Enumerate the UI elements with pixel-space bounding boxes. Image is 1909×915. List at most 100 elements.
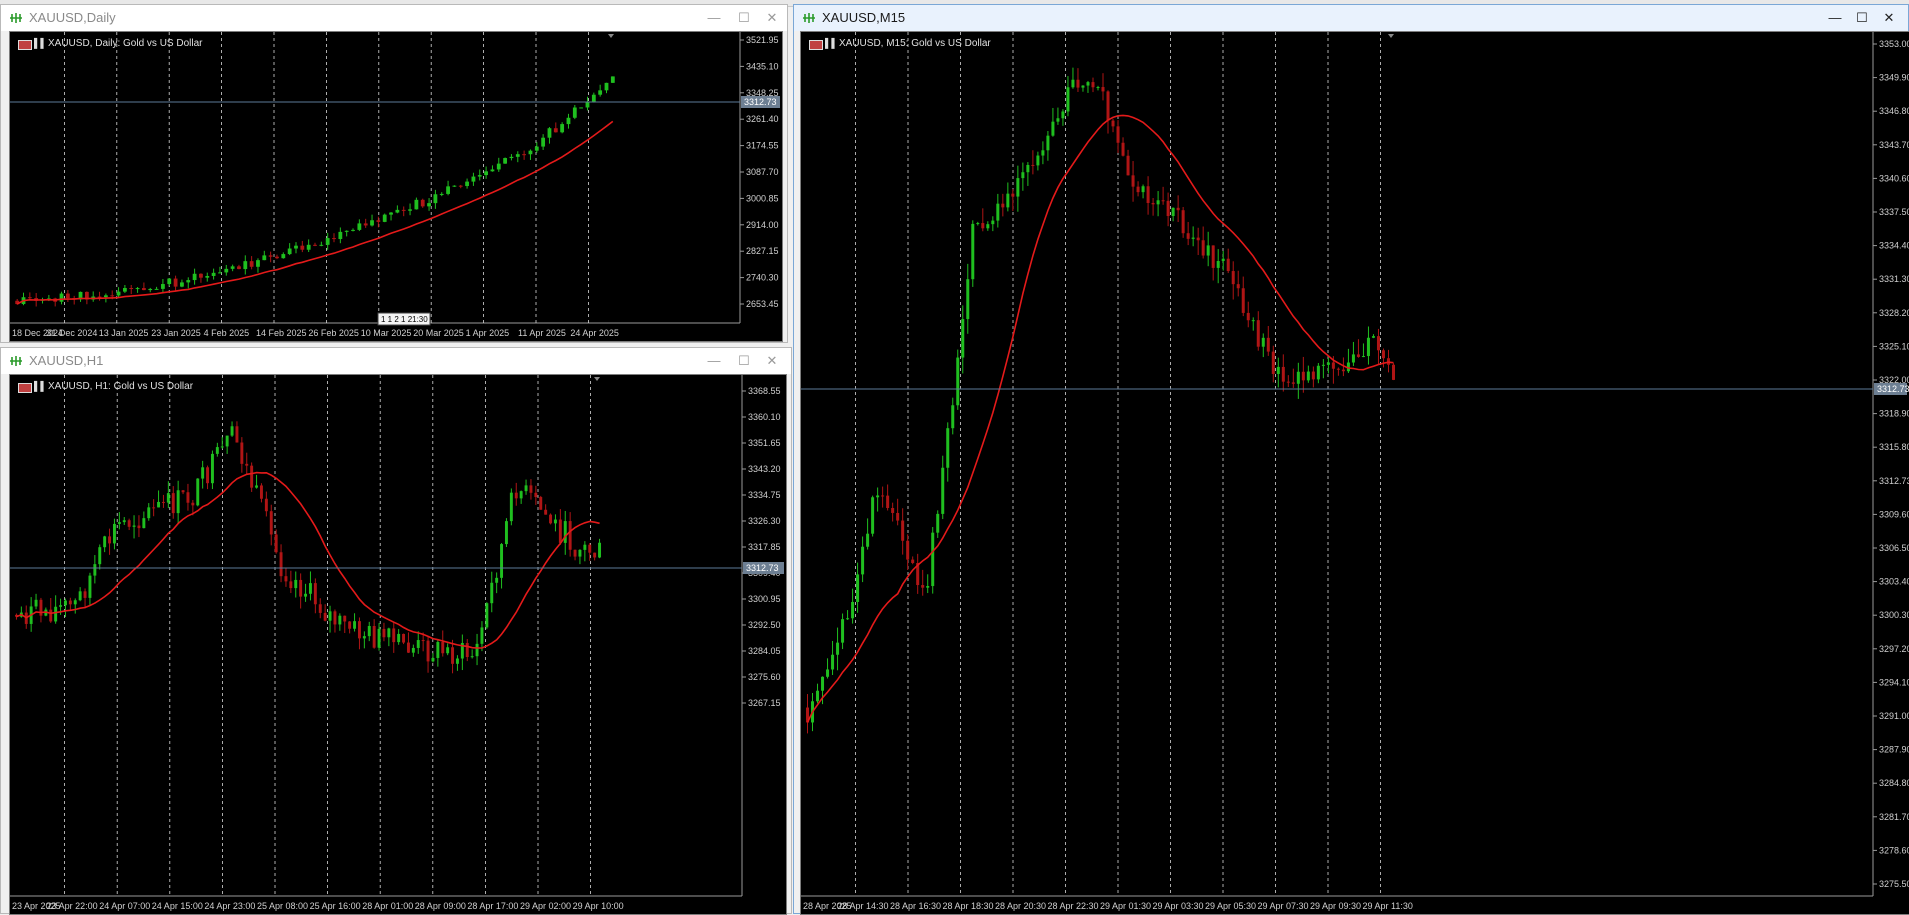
chart-window-icon (10, 13, 22, 23)
candle-body (496, 163, 501, 170)
titlebar-m15[interactable]: XAUUSD,M15 — ☐ ✕ (794, 5, 1908, 31)
minimize-icon[interactable]: — (701, 8, 727, 28)
close-icon[interactable]: ✕ (1876, 8, 1902, 28)
candle-body (1086, 82, 1090, 86)
candle-body (578, 549, 582, 557)
candle-body (436, 642, 440, 658)
candle-body (1216, 261, 1220, 268)
time-tick-label: 26 Feb 2025 (308, 328, 359, 338)
titlebar-daily[interactable]: XAUUSD,Daily — ☐ ✕ (1, 5, 787, 31)
candle-body (1041, 150, 1045, 156)
candle-body (73, 600, 77, 605)
maximize-icon[interactable]: ☐ (1849, 8, 1875, 28)
minimize-icon[interactable]: — (701, 351, 727, 371)
window-daily[interactable]: XAUUSD,Daily — ☐ ✕ ▌▌ XAUUSD, Daily: Gol… (0, 4, 788, 343)
candle-body (1266, 337, 1270, 352)
candle-body (421, 640, 425, 642)
time-tick-label: 11 Apr 2025 (518, 328, 566, 338)
candle-body (1096, 87, 1100, 89)
candle-body (1126, 155, 1130, 176)
price-tick-label: 3368.55 (748, 386, 781, 396)
candle-body (313, 583, 317, 605)
candle-body (861, 546, 865, 575)
chart-daily[interactable]: ▌▌ XAUUSD, Daily: Gold vs US Dollar 3521… (9, 31, 783, 342)
shift-marker-icon (608, 34, 614, 38)
close-icon[interactable]: ✕ (759, 8, 785, 28)
time-tick-label: 29 Apr 10:00 (573, 901, 624, 911)
candle-body (1326, 362, 1330, 365)
price-tick-label: 3000.85 (746, 193, 779, 203)
candle-body (871, 497, 875, 534)
candle-body (1036, 155, 1040, 166)
candle-body (1136, 186, 1140, 193)
time-tick-label: 31 Dec 2024 (46, 328, 97, 338)
candle-body (427, 203, 431, 207)
candle-body (826, 669, 830, 677)
candle-body (49, 609, 53, 622)
candle-body (981, 223, 985, 229)
chart-h1[interactable]: ▌▌ XAUUSD, H1: Gold vs US Dollar 3368.55… (9, 374, 787, 915)
candle-body (129, 288, 134, 290)
candle-body (382, 214, 387, 222)
window-m15[interactable]: XAUUSD,M15 — ☐ ✕ ▌▌ XAUUSD, M15: Gold vs… (793, 4, 1909, 915)
candle-body (1166, 200, 1170, 217)
candle-body (408, 209, 412, 211)
time-tick-label: 25 Apr 16:00 (310, 901, 361, 911)
candle-body (108, 536, 112, 544)
candle-body (956, 357, 960, 406)
candle-body (176, 490, 180, 514)
candle-body (357, 621, 361, 639)
candle-body (245, 463, 249, 466)
candle-body (509, 156, 514, 159)
candle-body (588, 544, 592, 553)
candle-body (458, 185, 463, 187)
candle-body (1261, 337, 1265, 347)
chart-m15[interactable]: ▌▌ XAUUSD, M15: Gold vs US Dollar 3353.0… (800, 31, 1909, 915)
candle-body (376, 220, 381, 222)
candle-body (1066, 87, 1070, 112)
candle-body (475, 643, 479, 657)
price-tick-label: 3343.70 (1879, 140, 1909, 150)
candle-body (1071, 79, 1075, 88)
time-tick-label: 29 Apr 03:30 (1153, 901, 1204, 911)
candle-body (470, 656, 474, 658)
price-tick-label: 3353.00 (1879, 39, 1909, 49)
titlebar-h1[interactable]: XAUUSD,H1 — ☐ ✕ (1, 348, 791, 374)
candle-body (553, 128, 558, 133)
time-tick-label: 28 Apr 20:30 (995, 901, 1046, 911)
price-tick-label: 3267.15 (748, 698, 781, 708)
candle-body (192, 273, 197, 281)
candle-body (224, 268, 229, 273)
candle-body (211, 272, 216, 276)
candle-body (275, 256, 279, 259)
candle-body (1256, 320, 1260, 347)
candle-body (821, 676, 825, 691)
candle-body (971, 223, 975, 280)
candle-body (362, 636, 366, 639)
candle-body (881, 495, 885, 497)
candle-body (161, 501, 165, 503)
time-tick-label: 28 Apr 16:30 (890, 901, 941, 911)
candle-body (451, 647, 455, 664)
candle-body (1011, 193, 1015, 197)
candle-body (154, 288, 159, 290)
candle-body (65, 293, 70, 299)
candle-body (250, 465, 254, 488)
candle-body (351, 229, 355, 231)
candle-body (544, 509, 548, 515)
candle-body (500, 544, 504, 578)
window-h1[interactable]: XAUUSD,H1 — ☐ ✕ ▌▌ XAUUSD, H1: Gold vs U… (0, 347, 792, 915)
price-tick-label: 3360.10 (748, 412, 781, 422)
time-tick-label: 10 Mar 2025 (361, 328, 412, 338)
candle-body (996, 203, 1000, 221)
maximize-icon[interactable]: ☐ (731, 8, 757, 28)
close-icon[interactable]: ✕ (759, 351, 785, 371)
maximize-icon[interactable]: ☐ (731, 351, 757, 371)
candle-body (1291, 382, 1295, 384)
candle-body (54, 606, 58, 622)
price-tick-label: 2740.30 (746, 273, 779, 283)
candle-body (166, 493, 170, 503)
minimize-icon[interactable]: — (1822, 8, 1848, 28)
candle-body (269, 511, 273, 535)
time-tick-label: 29 Apr 09:30 (1310, 901, 1361, 911)
